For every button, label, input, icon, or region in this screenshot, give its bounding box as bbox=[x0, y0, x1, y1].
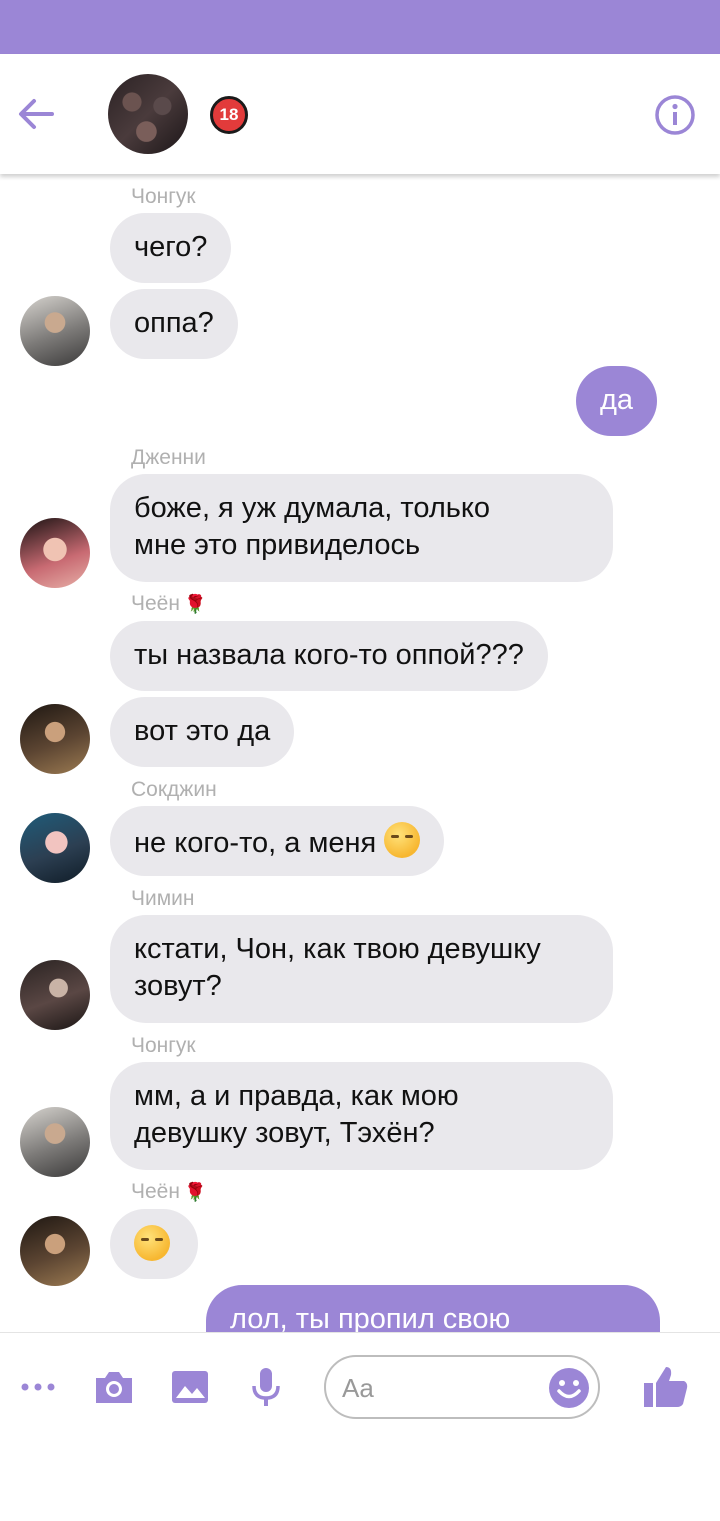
camera-icon[interactable] bbox=[92, 1365, 136, 1409]
avatar[interactable] bbox=[20, 704, 90, 774]
message-input[interactable] bbox=[340, 1357, 554, 1419]
message-bubble[interactable]: мм, а и правда, как мою девушку зовут, Т… bbox=[110, 1062, 613, 1170]
own-message-bubble[interactable]: лол, ты пропил свою bbox=[206, 1285, 660, 1332]
avatar[interactable] bbox=[20, 1216, 90, 1286]
sender-label: Чеён bbox=[131, 592, 180, 615]
back-arrow-icon[interactable] bbox=[14, 92, 58, 136]
message-bubble[interactable]: не кого-то, а меня bbox=[110, 806, 445, 876]
image-icon[interactable] bbox=[168, 1365, 212, 1409]
thumbs-up-icon[interactable] bbox=[642, 1363, 690, 1411]
avatar[interactable] bbox=[20, 960, 90, 1030]
message-bubble[interactable]: ты назвала кого-то оппой??? bbox=[110, 621, 548, 691]
more-icon[interactable] bbox=[16, 1365, 60, 1409]
status-bar bbox=[0, 0, 720, 54]
rose-emoji: 🌹 bbox=[183, 1182, 207, 1202]
confused-emoji-icon bbox=[134, 1225, 170, 1261]
avatar[interactable] bbox=[20, 813, 90, 883]
message-input-box[interactable] bbox=[324, 1355, 600, 1419]
sender-name: Чимин bbox=[131, 887, 195, 910]
avatar[interactable] bbox=[20, 296, 90, 366]
own-message-bubble[interactable]: да bbox=[576, 366, 658, 436]
sender-name: Чонгук bbox=[131, 185, 196, 208]
message-line: мм, а и правда, как мою bbox=[134, 1080, 459, 1112]
message-line: мне это привиделось bbox=[134, 529, 421, 561]
avatar[interactable] bbox=[20, 1107, 90, 1177]
message-bubble[interactable]: оппа? bbox=[110, 289, 238, 359]
message-bubble[interactable]: чего? bbox=[110, 213, 232, 283]
avatar[interactable] bbox=[20, 518, 90, 588]
emoji-icon[interactable] bbox=[548, 1367, 590, 1409]
composer-bar bbox=[0, 1332, 720, 1521]
smirk-emoji-icon bbox=[384, 822, 421, 858]
rose-emoji: 🌹 bbox=[183, 594, 207, 614]
age-18-badge: 18 bbox=[210, 96, 248, 134]
message-bubble[interactable]: кстати, Чон, как твою девушку зовут? bbox=[110, 915, 613, 1023]
sender-name: Чеён 🌹 bbox=[131, 1180, 206, 1204]
message-bubble[interactable]: боже, я уж думала, только мне это привид… bbox=[110, 474, 613, 582]
sender-label: Чеён bbox=[131, 1180, 180, 1203]
info-icon[interactable] bbox=[654, 94, 696, 136]
message-bubble[interactable]: вот это да bbox=[110, 697, 295, 767]
message-bubble[interactable] bbox=[110, 1209, 198, 1279]
sender-name: Чонгук bbox=[131, 1034, 196, 1057]
microphone-icon[interactable] bbox=[244, 1365, 288, 1409]
sender-name: Дженни bbox=[131, 446, 206, 469]
message-line: кстати, Чон, как твою девушку bbox=[134, 933, 541, 965]
chat-header: 18 bbox=[0, 54, 720, 174]
message-line: зовут? bbox=[134, 970, 222, 1002]
group-avatar[interactable] bbox=[108, 74, 188, 154]
sender-name: Чеён 🌹 bbox=[131, 592, 206, 616]
message-list[interactable]: Чонгук чего? оппа? да Дженни боже, я уж … bbox=[0, 174, 720, 1332]
sender-name: Сокджин bbox=[131, 778, 217, 801]
message-text: не кого-то, а меня bbox=[134, 827, 377, 859]
message-line: боже, я уж думала, только bbox=[134, 492, 491, 524]
message-line: девушку зовут, Тэхён? bbox=[134, 1117, 435, 1149]
